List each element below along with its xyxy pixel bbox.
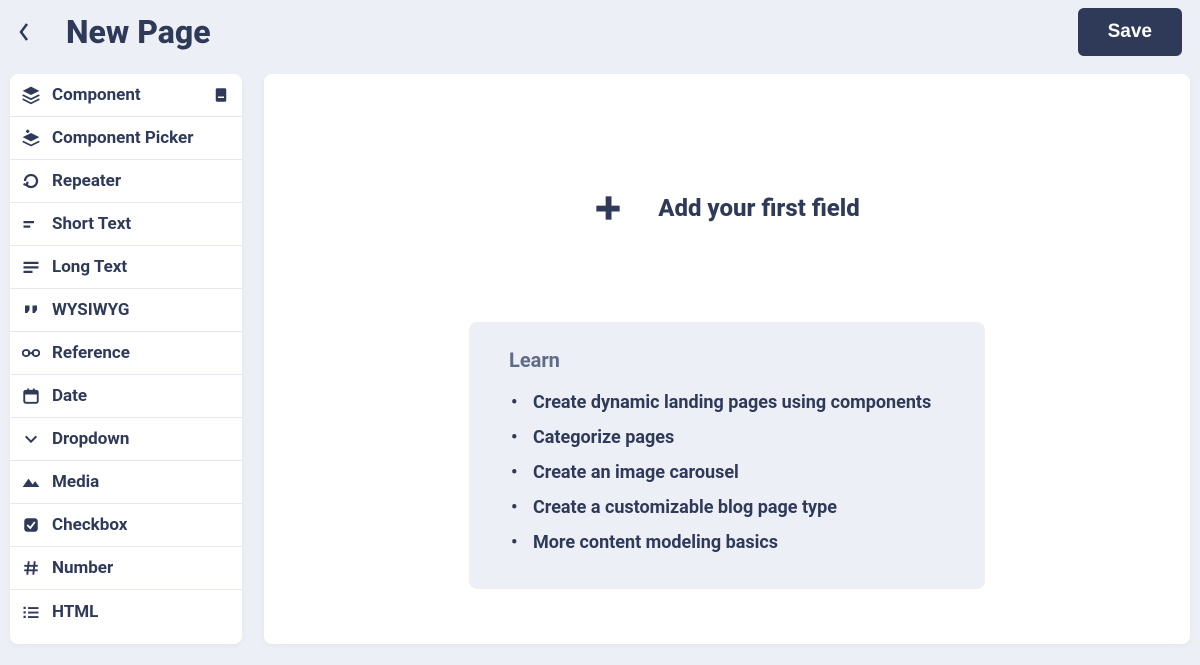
learn-link[interactable]: Create an image carousel xyxy=(511,462,945,483)
field-type-label: Reference xyxy=(52,343,232,363)
content: Component Component Picker Repeater Shor… xyxy=(0,74,1200,644)
field-type-label: HTML xyxy=(52,602,232,622)
field-type-label: Long Text xyxy=(52,257,232,277)
chevron-left-icon xyxy=(18,22,30,42)
field-type-repeater[interactable]: Repeater xyxy=(10,160,242,203)
field-type-label: Component xyxy=(52,85,200,105)
learn-box: Learn Create dynamic landing pages using… xyxy=(469,322,985,589)
save-button[interactable]: Save xyxy=(1078,8,1182,56)
field-type-wysiwyg[interactable]: WYSIWYG xyxy=(10,289,242,332)
hash-icon xyxy=(20,557,42,579)
list-icon xyxy=(20,601,42,623)
field-type-media[interactable]: Media xyxy=(10,461,242,504)
field-type-label: Dropdown xyxy=(52,429,232,449)
media-icon xyxy=(20,471,42,493)
field-type-date[interactable]: Date xyxy=(10,375,242,418)
field-type-label: WYSIWYG xyxy=(52,300,232,320)
header: New Page Save xyxy=(0,0,1200,74)
field-type-label: Repeater xyxy=(52,171,232,191)
field-type-component[interactable]: Component xyxy=(10,74,242,117)
repeat-icon xyxy=(20,170,42,192)
field-type-html[interactable]: HTML xyxy=(10,590,242,633)
field-type-long-text[interactable]: Long Text xyxy=(10,246,242,289)
field-type-label: Short Text xyxy=(52,214,232,234)
long-text-icon xyxy=(20,256,42,278)
learn-title: Learn xyxy=(509,348,945,372)
field-type-number[interactable]: Number xyxy=(10,547,242,590)
layers-icon xyxy=(20,84,42,106)
main-panel: Add your first field Learn Create dynami… xyxy=(264,74,1190,644)
calendar-icon xyxy=(20,385,42,407)
field-types-sidebar: Component Component Picker Repeater Shor… xyxy=(10,74,242,644)
page-title: New Page xyxy=(66,13,211,51)
field-type-dropdown[interactable]: Dropdown xyxy=(10,418,242,461)
field-type-component-picker[interactable]: Component Picker xyxy=(10,117,242,160)
field-type-reference[interactable]: Reference xyxy=(10,332,242,375)
field-type-label: Component Picker xyxy=(52,128,232,148)
link-icon xyxy=(20,342,42,364)
quote-icon xyxy=(20,299,42,321)
short-text-icon xyxy=(20,213,42,235)
learn-link[interactable]: Categorize pages xyxy=(511,427,945,448)
add-first-field-button[interactable]: Add your first field xyxy=(594,194,860,222)
learn-link[interactable]: Create a customizable blog page type xyxy=(511,497,945,518)
learn-link[interactable]: Create dynamic landing pages using compo… xyxy=(511,392,945,413)
plus-icon xyxy=(594,194,622,222)
field-type-checkbox[interactable]: Checkbox xyxy=(10,504,242,547)
field-type-label: Number xyxy=(52,558,232,578)
learn-links: Create dynamic landing pages using compo… xyxy=(509,392,945,553)
field-type-short-text[interactable]: Short Text xyxy=(10,203,242,246)
add-first-field-label: Add your first field xyxy=(658,194,860,222)
book-icon xyxy=(210,84,232,106)
field-type-label: Date xyxy=(52,386,232,406)
chevron-down-icon xyxy=(20,428,42,450)
field-type-label: Checkbox xyxy=(52,515,232,535)
field-type-label: Media xyxy=(52,472,232,492)
back-button[interactable] xyxy=(10,18,38,46)
layers-plus-icon xyxy=(20,127,42,149)
learn-link[interactable]: More content modeling basics xyxy=(511,532,945,553)
checkbox-icon xyxy=(20,514,42,536)
header-left: New Page xyxy=(10,13,211,51)
